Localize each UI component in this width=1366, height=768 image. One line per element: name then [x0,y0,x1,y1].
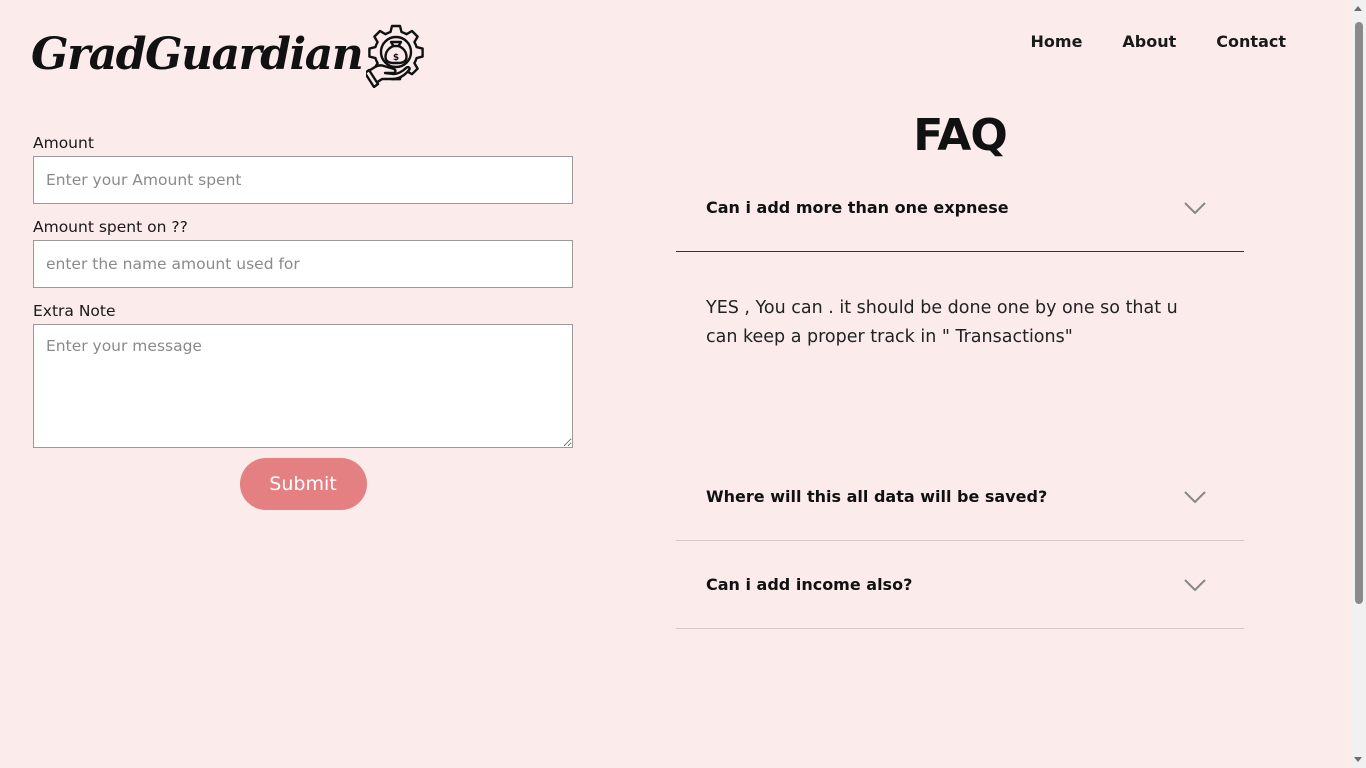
nav-link-contact[interactable]: Contact [1216,31,1286,53]
nav-link-about[interactable]: About [1122,31,1176,53]
brand-logo[interactable]: GradGuardian $ [31,22,425,88]
main-nav: Home About Contact [1031,31,1286,53]
faq-answer: YES , You can . it should be done one by… [706,298,1178,347]
chevron-down-icon [1184,490,1206,503]
faq-section: FAQ Can i add more than one expnese YES … [676,108,1244,629]
extra-note-textarea[interactable] [33,324,573,448]
faq-title: FAQ [913,110,1007,161]
extra-note-label: Extra Note [33,302,116,320]
faq-question-toggle[interactable]: Can i add income also? [676,541,1244,628]
faq-question-toggle[interactable]: Where will this all data will be saved? [676,453,1244,540]
faq-question: Can i add income also? [706,575,913,594]
spent-on-input[interactable] [33,240,573,288]
faq-item: Can i add more than one expnese [676,164,1244,252]
faq-item: Where will this all data will be saved? [676,453,1244,541]
submit-button[interactable]: Submit [239,458,367,510]
spent-on-label: Amount spent on ?? [33,218,188,236]
nav-link-home[interactable]: Home [1031,31,1083,53]
expense-form: Amount Amount spent on ?? Extra Note Sub… [33,133,573,510]
faq-item: Can i add income also? [676,541,1244,629]
scroll-down-arrow-icon[interactable] [1354,757,1362,762]
chevron-down-icon [1184,201,1206,214]
chevron-down-icon [1184,578,1206,591]
scrollbar-thumb[interactable] [1355,22,1363,604]
page: GradGuardian $ Home About Contact Amount… [0,0,1351,768]
faq-question: Can i add more than one expnese [706,198,1009,217]
brand-name: GradGuardian [31,29,364,80]
faq-question-toggle[interactable]: Can i add more than one expnese [676,164,1244,251]
svg-text:$: $ [393,53,399,63]
submit-row: Submit [33,458,573,510]
amount-input[interactable] [33,156,573,204]
scroll-up-arrow-icon[interactable] [1354,6,1362,11]
faq-question: Where will this all data will be saved? [706,487,1048,506]
vertical-scrollbar[interactable] [1351,0,1366,768]
gear-hand-money-bag-icon: $ [366,24,425,88]
amount-label: Amount [33,134,94,152]
